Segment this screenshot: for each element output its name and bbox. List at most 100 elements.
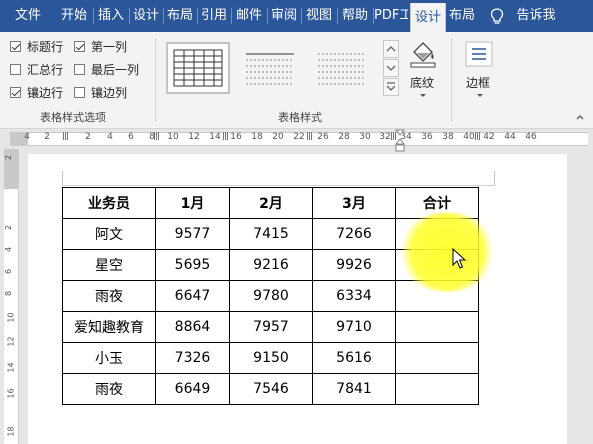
table-cell[interactable]: 9150 xyxy=(229,342,313,374)
shading-label: 底纹 xyxy=(410,76,435,90)
table-header-cell[interactable]: 业务员 xyxy=(62,187,156,219)
table-cell[interactable]: 7266 xyxy=(312,218,396,250)
table-grid-style-icon xyxy=(173,49,223,87)
vertical-ruler-number: 14 xyxy=(6,362,16,373)
header-row-checkbox[interactable] xyxy=(10,41,21,52)
tab-mailings[interactable]: 邮件 xyxy=(232,0,266,32)
collapse-ribbon-icon[interactable] xyxy=(575,112,585,122)
ruler-number: 12 xyxy=(188,132,200,142)
group-divider xyxy=(155,38,156,122)
ruler-number: 4 xyxy=(107,132,113,142)
table-cell[interactable] xyxy=(395,218,479,250)
borders-label: 边框 xyxy=(466,76,491,90)
table-cell[interactable] xyxy=(395,280,479,312)
table-cell[interactable]: 6334 xyxy=(312,280,396,312)
tab-view[interactable]: 视图 xyxy=(302,0,336,32)
gallery-scroll-down-button[interactable] xyxy=(383,59,399,77)
table-cell[interactable]: 7546 xyxy=(229,373,313,405)
table-cell[interactable]: 7326 xyxy=(155,342,230,374)
tell-me-search[interactable]: 告诉我 xyxy=(512,0,560,32)
table-cell[interactable]: 7415 xyxy=(229,218,313,250)
table-header-cell[interactable]: 3月 xyxy=(312,187,396,219)
lightbulb-icon[interactable] xyxy=(489,8,505,26)
table-cell[interactable]: 8864 xyxy=(155,311,230,343)
ruler-number: 40 xyxy=(463,132,475,142)
table-cell[interactable]: 9926 xyxy=(312,249,396,281)
ruler-number: 26 xyxy=(317,132,329,142)
table-cell[interactable]: 9577 xyxy=(155,218,230,250)
paint-bucket-icon xyxy=(410,42,436,68)
table-cell[interactable]: 爱知趣教育 xyxy=(62,311,156,343)
dropdown-arrow-icon xyxy=(477,94,483,97)
table-cell[interactable]: 7841 xyxy=(312,373,396,405)
tab-help[interactable]: 帮助 xyxy=(338,0,372,32)
tab-pdf-tools[interactable]: PDF工 xyxy=(374,0,408,32)
gallery-scroll-up-button[interactable] xyxy=(383,40,399,58)
table-cell[interactable]: 9216 xyxy=(229,249,313,281)
tab-design[interactable]: 设计 xyxy=(130,0,162,32)
gallery-more-button[interactable] xyxy=(383,78,399,96)
tab-file[interactable]: 文件 xyxy=(6,0,50,32)
tab-table-layout[interactable]: 布局 xyxy=(446,0,478,32)
ruler-number: 44 xyxy=(504,132,516,142)
tab-layout[interactable]: 布局 xyxy=(164,0,196,32)
chevron-down-icon xyxy=(386,65,396,71)
borders-button[interactable]: 边框 xyxy=(460,36,500,106)
table-style-plain-2[interactable] xyxy=(310,42,374,94)
ruler-number: 10 xyxy=(167,132,179,142)
table-cell[interactable] xyxy=(395,342,479,374)
table-row: 雨夜 6647 9780 6334 xyxy=(62,280,479,312)
table-cell[interactable]: 星空 xyxy=(62,249,156,281)
header-row-label: 标题行 xyxy=(27,40,64,54)
ruler-marker xyxy=(475,132,480,140)
header-separator xyxy=(62,185,495,186)
vertical-ruler[interactable]: 2 2 4 6 8 10 12 14 16 18 xyxy=(4,149,19,444)
indent-marker-icon[interactable] xyxy=(394,129,406,153)
table-header-cell[interactable]: 2月 xyxy=(229,187,313,219)
table-header-cell[interactable]: 1月 xyxy=(155,187,230,219)
ruler-marker xyxy=(154,132,159,140)
table-cell[interactable]: 5695 xyxy=(155,249,230,281)
table-cell[interactable]: 雨夜 xyxy=(62,373,156,405)
ruler-number: 32 xyxy=(379,132,391,142)
first-column-checkbox[interactable] xyxy=(74,41,85,52)
total-row-checkbox[interactable] xyxy=(10,64,21,75)
tab-insert[interactable]: 插入 xyxy=(94,0,128,32)
ruler-number: 4 xyxy=(24,132,30,142)
last-column-checkbox[interactable] xyxy=(74,64,85,75)
ruler-marker xyxy=(63,132,68,140)
ruler-number: 2 xyxy=(85,132,91,142)
horizontal-ruler[interactable]: 4 2 2 4 6 8 10 12 14 16 18 20 22 26 28 3… xyxy=(0,129,593,152)
table-cell[interactable]: 7957 xyxy=(229,311,313,343)
vertical-ruler-number: 16 xyxy=(6,388,16,399)
header-corner-mark xyxy=(494,171,495,185)
tab-table-design[interactable]: 设计 xyxy=(410,3,446,32)
banded-columns-checkbox[interactable] xyxy=(74,87,85,98)
table-header-cell[interactable]: 合计 xyxy=(395,187,479,219)
table-style-grid-selected[interactable] xyxy=(166,42,230,94)
chevron-up-icon xyxy=(386,46,396,52)
table-cell[interactable]: 阿文 xyxy=(62,218,156,250)
table-cell[interactable]: 小玉 xyxy=(62,342,156,374)
table-cell[interactable]: 6647 xyxy=(155,280,230,312)
sales-table[interactable]: 业务员 1月 2月 3月 合计 阿文 9577 7415 7266 星空 569… xyxy=(62,187,479,405)
table-cell[interactable]: 雨夜 xyxy=(62,280,156,312)
ruler-number: 38 xyxy=(442,132,454,142)
vertical-ruler-number: 2 xyxy=(4,154,14,161)
vertical-ruler-number: 10 xyxy=(6,312,16,323)
mouse-pointer-icon xyxy=(452,248,467,269)
table-cell[interactable]: 9780 xyxy=(229,280,313,312)
table-style-plain-1[interactable] xyxy=(238,42,302,94)
vertical-ruler-number: 12 xyxy=(6,336,16,347)
table-cell[interactable] xyxy=(395,373,479,405)
vertical-ruler-number: 2 xyxy=(4,224,14,231)
tab-review[interactable]: 审阅 xyxy=(268,0,300,32)
tab-home[interactable]: 开始 xyxy=(56,0,92,32)
table-cell[interactable]: 5616 xyxy=(312,342,396,374)
shading-button[interactable]: 底纹 xyxy=(402,36,446,106)
table-cell[interactable]: 6649 xyxy=(155,373,230,405)
banded-rows-checkbox[interactable] xyxy=(10,87,21,98)
tab-references[interactable]: 引用 xyxy=(198,0,230,32)
table-cell[interactable] xyxy=(395,311,479,343)
table-cell[interactable]: 9710 xyxy=(312,311,396,343)
